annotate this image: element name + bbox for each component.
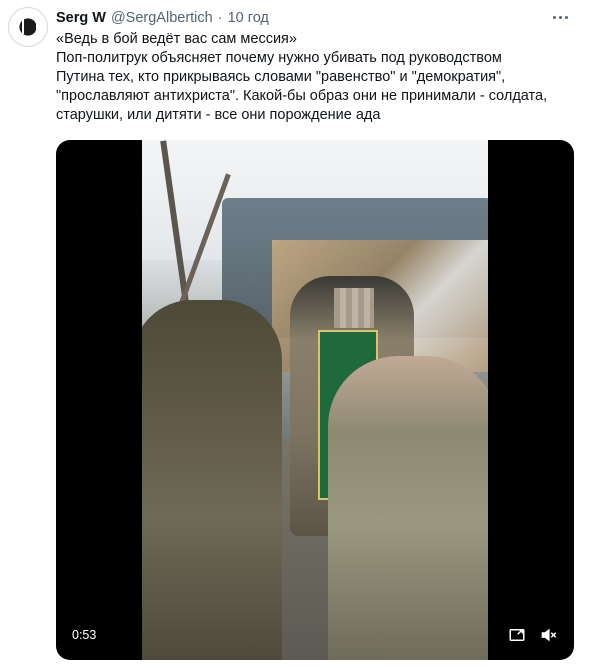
video-duration: 0:53 xyxy=(68,624,101,646)
video-frame[interactable] xyxy=(142,140,488,660)
tweet[interactable]: Serg W @SergAlbertich · 10 год «Ведь в б… xyxy=(0,0,590,667)
video-player[interactable]: 0:53 xyxy=(56,140,574,660)
tweet-text-line: «Ведь в бой ведёт вас сам мессия» xyxy=(56,31,297,47)
tweet-text-line: Путина тех, кто прикрываясь словами "рав… xyxy=(56,69,506,85)
tweet-header: Serg W @SergAlbertich · 10 год xyxy=(56,8,269,28)
avatar-image xyxy=(13,12,43,42)
tweet-text-line: старушки, или дитяти - все они порождени… xyxy=(56,107,381,123)
volume-muted-icon[interactable] xyxy=(538,624,560,646)
author-display-name[interactable]: Serg W xyxy=(56,10,106,26)
picture-in-picture-icon[interactable] xyxy=(506,624,528,646)
video-scene-soldier xyxy=(328,356,488,660)
author-handle[interactable]: @SergAlbertich xyxy=(111,10,213,26)
separator-dot: · xyxy=(217,10,223,26)
video-scene-blurred-face xyxy=(334,288,374,328)
avatar[interactable] xyxy=(8,7,48,47)
tweet-text: «Ведь в бой ведёт вас сам мессия» Поп-по… xyxy=(56,30,586,125)
video-scene-soldier xyxy=(142,300,282,660)
tweet-text-line: "прославляют антихриста". Какой-бы образ… xyxy=(56,88,548,104)
tweet-timestamp[interactable]: 10 год xyxy=(228,10,269,26)
tweet-text-line: Поп-политрук объясняет почему нужно убив… xyxy=(56,50,502,66)
more-dots-icon[interactable] xyxy=(549,8,571,26)
